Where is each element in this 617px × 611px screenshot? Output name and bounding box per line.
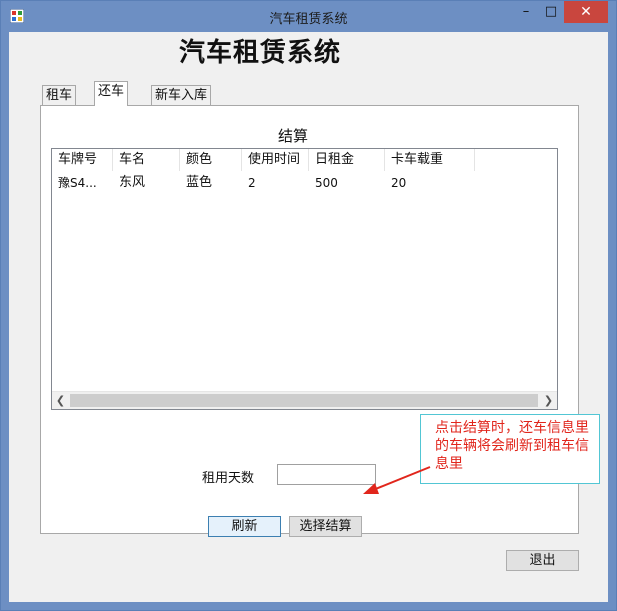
annotation-callout: 点击结算时，还车信息里的车辆将会刷新到租车信息里 <box>420 414 600 484</box>
tab-return[interactable]: 还车 <box>94 81 129 106</box>
scrollbar-thumb[interactable] <box>70 394 538 407</box>
rental-days-input[interactable] <box>277 464 376 485</box>
refresh-button[interactable]: 刷新 <box>208 516 281 537</box>
listview-header: 车牌号 车名 颜色 使用时间 日租金 卡车载重 <box>52 149 557 171</box>
horizontal-scrollbar[interactable]: ❮ ❯ <box>52 391 557 409</box>
rental-days-label: 租用天数 <box>202 471 255 486</box>
main-window: 汽车租赁系统 – □ ✕ 汽车租赁系统 租车 还车 新车入库 结算 车牌号 车名… <box>0 0 617 611</box>
column-header-use-time[interactable]: 使用时间 <box>242 149 309 171</box>
cell-truck-load: 20 <box>391 176 407 190</box>
tab-new-car[interactable]: 新车入库 <box>151 85 212 106</box>
checkout-button[interactable]: 选择结算 <box>289 516 362 537</box>
title-bar[interactable]: 汽车租赁系统 – □ ✕ <box>1 1 616 32</box>
rental-listview[interactable]: 车牌号 车名 颜色 使用时间 日租金 卡车载重 豫S4... 东风 蓝色 2 5… <box>51 148 558 410</box>
column-header-plate[interactable]: 车牌号 <box>52 149 113 171</box>
table-row[interactable]: 豫S4... 东风 蓝色 2 500 20 <box>52 173 557 193</box>
minimize-button[interactable]: – <box>515 1 537 23</box>
cell-daily-rent: 500 <box>315 176 338 190</box>
column-header-truck-load[interactable]: 卡车载重 <box>385 149 475 171</box>
app-heading: 汽车租赁系统 <box>179 38 342 68</box>
cell-name: 东风 <box>119 175 146 190</box>
cell-plate: 豫S4... <box>58 176 97 190</box>
annotation-text: 点击结算时，还车信息里的车辆将会刷新到租车信息里 <box>435 420 589 472</box>
cell-color: 蓝色 <box>186 175 213 190</box>
tab-rent[interactable]: 租车 <box>42 85 77 106</box>
cell-use-time: 2 <box>248 176 256 190</box>
exit-button[interactable]: 退出 <box>506 550 579 571</box>
column-header-name[interactable]: 车名 <box>113 149 180 171</box>
maximize-button[interactable]: □ <box>540 1 562 23</box>
column-header-color[interactable]: 颜色 <box>180 149 242 171</box>
column-header-daily-rent[interactable]: 日租金 <box>309 149 385 171</box>
form-client-area: 汽车租赁系统 租车 还车 新车入库 结算 车牌号 车名 颜色 使用时间 日租金 … <box>9 32 608 602</box>
close-button[interactable]: ✕ <box>564 1 608 23</box>
section-title: 结算 <box>278 127 309 145</box>
scroll-left-icon[interactable]: ❮ <box>52 392 69 409</box>
scroll-right-icon[interactable]: ❯ <box>540 392 557 409</box>
